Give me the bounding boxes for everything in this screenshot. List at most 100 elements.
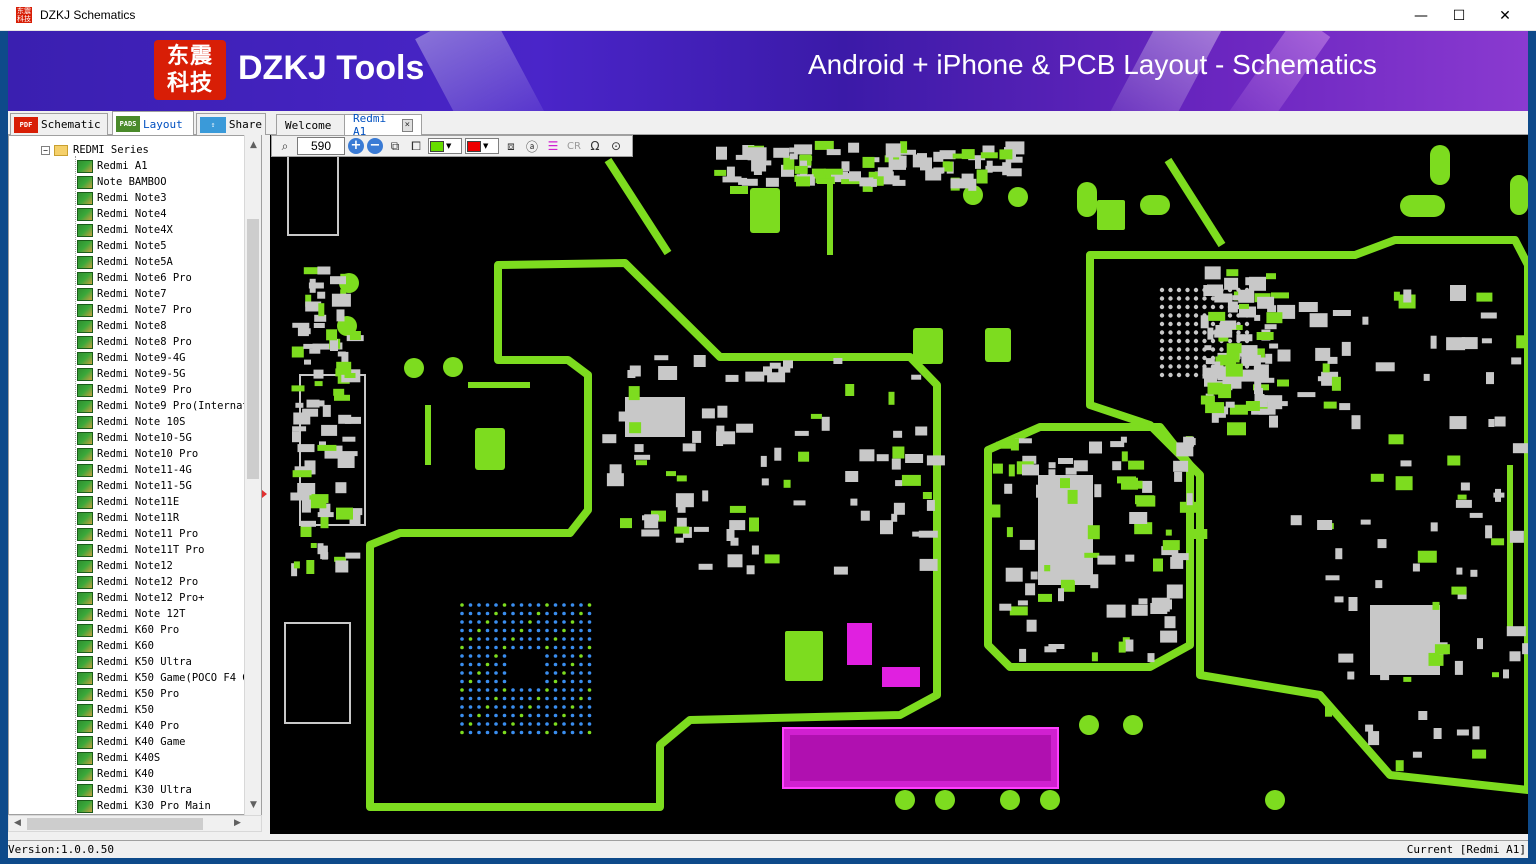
tree-item[interactable]: Redmi K40S	[9, 750, 160, 766]
tree-item[interactable]: Redmi Note12 Pro+	[9, 590, 204, 606]
tree-item[interactable]: Redmi K50	[9, 702, 154, 718]
brand-tagline: Android + iPhone & PCB Layout - Schemati…	[808, 49, 1377, 80]
tree-item[interactable]: Redmi Note12	[9, 558, 173, 574]
pcb-layout-canvas[interactable]	[270, 135, 1528, 834]
doc-tab-welcome[interactable]: Welcome	[276, 114, 346, 135]
tree-item-label: Redmi Note6 Pro	[97, 272, 192, 284]
tree-item[interactable]: Redmi Note4	[9, 206, 167, 222]
board-icon	[77, 687, 93, 701]
maximize-button[interactable]: ☐	[1436, 0, 1482, 31]
tree-item[interactable]: Redmi K50 Game(POCO F4 G	[9, 670, 249, 686]
tree-item-label: Redmi K30 Pro Main	[97, 800, 211, 812]
search-icon[interactable]: ⌕	[276, 137, 294, 155]
zoom-out-button[interactable]: −	[367, 138, 383, 154]
fit-page-icon[interactable]: ⧠	[407, 137, 425, 155]
tree-item[interactable]: Redmi K40	[9, 766, 154, 782]
tree-item[interactable]: Redmi Note5A	[9, 254, 173, 270]
tab-schematic[interactable]: PDF Schematic	[10, 113, 108, 135]
doc-tab-welcome-label: Welcome	[285, 118, 332, 132]
splitter-handle[interactable]	[262, 490, 267, 498]
tree-item-label: Redmi K60	[97, 640, 154, 652]
tree-item[interactable]: Redmi Note9 Pro	[9, 382, 192, 398]
scroll-thumb[interactable]	[247, 219, 259, 479]
text-icon[interactable]: ⓐ	[523, 137, 541, 155]
tree-item[interactable]: Redmi Note9-5G	[9, 366, 186, 382]
tree-item[interactable]: Redmi Note8	[9, 318, 167, 334]
tree-item[interactable]: Redmi A1	[9, 158, 148, 174]
tree-item[interactable]: Redmi Note4X	[9, 222, 173, 238]
tree-item[interactable]: Redmi Note 12T	[9, 606, 186, 622]
tree-item[interactable]: Redmi K50 Pro	[9, 686, 179, 702]
tree-item[interactable]: Redmi Note3	[9, 190, 167, 206]
tree-item[interactable]: Redmi Note11T Pro	[9, 542, 204, 558]
tree-item[interactable]: Redmi Note11 Pro	[9, 526, 198, 542]
layers-icon[interactable]: ⧈	[502, 137, 520, 155]
tree-item-label: Redmi Note11E	[97, 496, 180, 508]
tree-item[interactable]: Redmi Note7	[9, 286, 167, 302]
zoom-input[interactable]: 590	[297, 137, 345, 155]
board-icon	[77, 191, 93, 205]
close-button[interactable]: ✕	[1482, 0, 1528, 31]
board-icon	[77, 543, 93, 557]
foreground-color-picker[interactable]: ▼	[428, 138, 462, 154]
scroll-up-icon[interactable]: ▲	[245, 137, 262, 154]
board-icon	[77, 351, 93, 365]
tree-folder-redmi-series[interactable]: − REDMI Series	[41, 142, 149, 158]
reset-icon[interactable]: ⊙	[607, 137, 625, 155]
scroll-down-icon[interactable]: ▼	[245, 797, 262, 814]
tree-item-label: Redmi K50 Ultra	[97, 656, 192, 668]
scroll-right-icon[interactable]: ▶	[229, 816, 246, 831]
tree-item[interactable]: Redmi K50 Ultra	[9, 654, 192, 670]
window-frame-right	[1528, 31, 1536, 864]
list-icon[interactable]: ☰	[544, 137, 562, 155]
tree-item[interactable]: Redmi Note7 Pro	[9, 302, 192, 318]
tree-item-label: Redmi Note10-5G	[97, 432, 192, 444]
collapse-icon[interactable]: −	[41, 145, 50, 155]
tree-item-label: Redmi K30 Ultra	[97, 784, 192, 796]
pcb-board	[284, 140, 1528, 811]
tree-item[interactable]: Redmi Note10-5G	[9, 430, 192, 446]
tree-item[interactable]: Redmi K40 Game	[9, 734, 186, 750]
board-icon	[77, 255, 93, 269]
zoom-in-button[interactable]: +	[348, 138, 364, 154]
tree-item[interactable]: Redmi Note6 Pro	[9, 270, 192, 286]
doc-tab-redmi-a1[interactable]: Redmi A1 ×	[344, 112, 422, 138]
tree-item[interactable]: Redmi Note8 Pro	[9, 334, 192, 350]
tab-schematic-label: Schematic	[41, 118, 101, 131]
hscroll-thumb[interactable]	[27, 818, 203, 830]
tree-item[interactable]: Redmi Note11-4G	[9, 462, 192, 478]
cr-button[interactable]: CR	[565, 137, 583, 155]
share-icon: ⇪	[200, 116, 226, 133]
tree-horizontal-scrollbar[interactable]: ◀ ▶	[8, 815, 262, 832]
fit-width-icon[interactable]: ⧉	[386, 137, 404, 155]
scroll-left-icon[interactable]: ◀	[9, 816, 26, 831]
tree-item-label: Redmi K40 Pro	[97, 720, 180, 732]
tree-item-label: Redmi Note9-4G	[97, 352, 186, 364]
tab-layout[interactable]: PADS Layout	[112, 111, 194, 136]
tree-item[interactable]: Redmi Note12 Pro	[9, 574, 198, 590]
tree-item[interactable]: Redmi K60 Pro	[9, 622, 179, 638]
tree-item[interactable]: Redmi K30 Pro Main	[9, 798, 211, 814]
tree-item[interactable]: Redmi Note11-5G	[9, 478, 192, 494]
tree-item[interactable]: Redmi Note11R	[9, 510, 179, 526]
tree-item[interactable]: Redmi K60	[9, 638, 154, 654]
tree-item[interactable]: Redmi Note9 Pro(Internati	[9, 398, 255, 414]
tree-vertical-scrollbar[interactable]: ▲ ▼	[244, 135, 261, 815]
tree-item[interactable]: Redmi Note 10S	[9, 414, 186, 430]
tree-item[interactable]: Redmi Note9-4G	[9, 350, 186, 366]
tab-share[interactable]: ⇪ Share	[196, 113, 266, 135]
tree-item-label: Redmi Note11-4G	[97, 464, 192, 476]
tree-item[interactable]: Redmi K40 Pro	[9, 718, 179, 734]
window-frame-left	[0, 31, 8, 864]
tree-item[interactable]: Redmi K30 Ultra	[9, 782, 192, 798]
tree-item[interactable]: Redmi Note5	[9, 238, 167, 254]
board-icon	[77, 367, 93, 381]
window-frame-bottom	[0, 858, 1536, 864]
board-icon	[77, 623, 93, 637]
ohm-button[interactable]: Ω	[586, 137, 604, 155]
tree-item[interactable]: Redmi Note11E	[9, 494, 179, 510]
tree-item[interactable]: Redmi Note10 Pro	[9, 446, 198, 462]
close-tab-icon[interactable]: ×	[401, 118, 413, 132]
background-color-picker[interactable]: ▼	[465, 138, 499, 154]
tree-item[interactable]: Note BAMBOO	[9, 174, 167, 190]
